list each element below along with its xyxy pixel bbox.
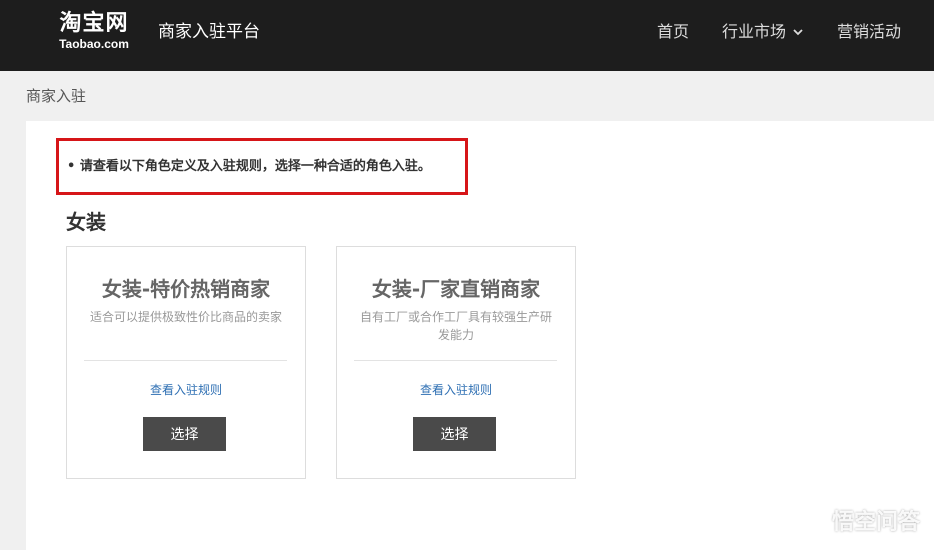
watermark-text: 悟空问答 xyxy=(831,510,920,535)
notice-text: • 请查看以下角色定义及入驻规则，选择一种合适的角色入驻。 xyxy=(67,159,431,174)
card-description: 适合可以提供极致性价比商品的卖家 xyxy=(89,310,282,324)
breadcrumb: 商家入驻 xyxy=(26,87,87,105)
view-rules-link[interactable]: 查看入驻规则 xyxy=(67,381,305,399)
view-rules-link[interactable]: 查看入驻规则 xyxy=(337,381,575,399)
nav-home[interactable]: 首页 xyxy=(657,20,689,44)
top-navigation-bar: 淘宝网 Taobao.com 商家入驻平台 首页 行业市场 营销活动 xyxy=(0,0,934,71)
section-title: 女装 xyxy=(66,210,106,234)
platform-title: 商家入驻平台 xyxy=(158,22,260,42)
main-nav: 首页 行业市场 营销活动 xyxy=(657,20,901,44)
card-divider xyxy=(354,360,557,361)
logo-text-cn: 淘宝网 xyxy=(59,11,129,36)
card-title: 女装-特价热销商家 xyxy=(101,277,271,301)
nav-marketing-label: 营销活动 xyxy=(836,22,901,41)
breadcrumb-bar: 商家入驻 xyxy=(0,71,934,121)
nav-industry-market[interactable]: 行业市场 xyxy=(722,20,804,44)
watermark: 悟空问答 xyxy=(800,504,920,536)
notice-box: • 请查看以下角色定义及入驻规则，选择一种合适的角色入驻。 xyxy=(56,138,468,195)
nav-home-label: 首页 xyxy=(656,22,689,41)
card-divider xyxy=(84,360,287,361)
role-card-discount-seller: 女装-特价热销商家 适合可以提供极致性价比商品的卖家 查看入驻规则 选择 xyxy=(66,246,306,479)
taobao-logo[interactable]: 淘宝网 Taobao.com xyxy=(49,11,139,51)
role-card-factory-direct: 女装-厂家直销商家 自有工厂或合作工厂具有较强生产研发能力 查看入驻规则 选择 xyxy=(336,246,576,479)
select-button[interactable]: 选择 xyxy=(413,417,496,451)
nav-marketing[interactable]: 营销活动 xyxy=(837,20,901,44)
card-description: 自有工厂或合作工厂具有较强生产研发能力 xyxy=(359,310,552,342)
logo-text-en: Taobao.com xyxy=(59,37,129,51)
nav-industry-market-label: 行业市场 xyxy=(721,22,786,41)
select-button[interactable]: 选择 xyxy=(143,417,226,451)
card-title: 女装-厂家直销商家 xyxy=(371,277,541,301)
chevron-down-icon xyxy=(793,29,803,36)
wukong-logo-icon xyxy=(800,510,828,530)
